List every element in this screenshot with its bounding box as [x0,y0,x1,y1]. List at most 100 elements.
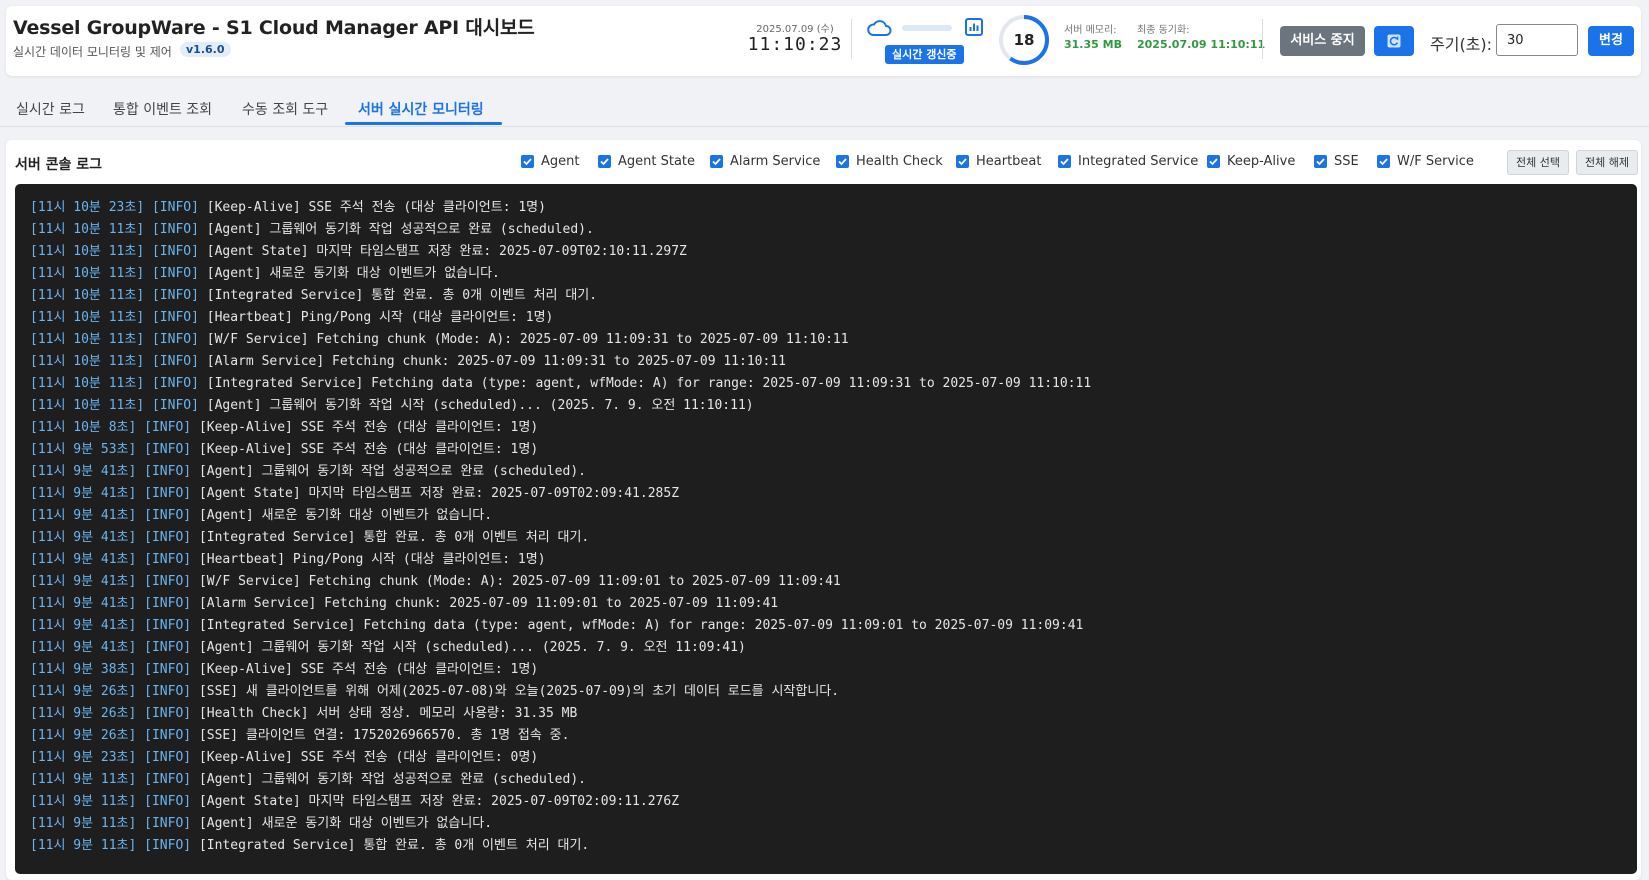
log-timestamp: [11시 9분 41초] [30,552,137,567]
log-level: [INFO] [151,376,199,391]
checkbox-checked-icon[interactable] [1314,155,1327,168]
checkbox-checked-icon[interactable] [1207,155,1220,168]
log-level: [INFO] [151,266,199,281]
panel-title: 서버 콘솔 로그 [15,157,103,173]
log-message: [Agent] 새로운 동기화 대상 이벤트가 없습니다. [198,508,493,523]
tab-integrated-events[interactable]: 통합 이벤트 조회 [113,99,212,119]
log-message: [Keep-Alive] SSE 주석 전송 (대상 클라이언트: 1명) [198,420,539,435]
log-timestamp: [11시 10분 11초] [30,398,145,413]
log-line: [11시 10분 11초] [INFO] [Agent] 그룹웨어 동기화 작업… [30,219,1091,241]
log-line: [11시 9분 11초] [INFO] [Agent] 새로운 동기화 대상 이… [30,813,1091,835]
filter-keep-alive[interactable]: Keep-Alive [1207,154,1295,169]
log-level: [INFO] [144,838,192,853]
interval-input[interactable] [1496,24,1578,56]
log-line: [11시 10분 11초] [INFO] [W/F Service] Fetch… [30,329,1091,351]
current-date: 2025.07.09 (수) [756,24,834,35]
filter-label: W/F Service [1397,154,1474,169]
log-timestamp: [11시 9분 41초] [30,574,137,589]
filter-alarm-service[interactable]: Alarm Service [710,154,820,169]
log-message: [Agent] 그룹웨어 동기화 작업 성공적으로 완료 (scheduled)… [206,222,594,237]
refresh-button[interactable] [1374,26,1414,56]
log-message: [Agent State] 마지막 타임스탬프 저장 완료: 2025-07-0… [198,794,680,809]
deselect-all-button[interactable]: 전체 해제 [1576,150,1638,175]
log-message: [Health Check] 서버 상태 정상. 메모리 사용량: 31.35 … [198,706,578,721]
log-timestamp: [11시 9분 11초] [30,794,137,809]
log-message: [Integrated Service] Fetching data (type… [198,618,1084,633]
chart-icon[interactable] [964,17,984,41]
log-message: [Integrated Service] Fetching data (type… [206,376,1092,391]
filter-wf-service[interactable]: W/F Service [1377,154,1474,169]
checkbox-checked-icon[interactable] [836,155,849,168]
filter-label: Alarm Service [730,154,821,169]
checkbox-checked-icon[interactable] [1058,155,1071,168]
log-line: [11시 10분 11초] [INFO] [Alarm Service] Fet… [30,351,1091,373]
log-message: [Agent] 그룹웨어 동기화 작업 성공적으로 완료 (scheduled)… [198,772,586,787]
log-timestamp: [11시 9분 26초] [30,728,137,743]
tabs-divider [0,126,1649,127]
console-log-output[interactable]: [11시 10분 23초] [INFO] [Keep-Alive] SSE 주석… [15,184,1637,874]
checkbox-checked-icon[interactable] [956,155,969,168]
checkbox-checked-icon[interactable] [710,155,723,168]
log-line: [11시 9분 41초] [INFO] [Alarm Service] Fetc… [30,593,1091,615]
log-level: [INFO] [144,684,192,699]
log-line: [11시 9분 41초] [INFO] [Agent] 새로운 동기화 대상 이… [30,505,1091,527]
log-timestamp: [11시 9분 11초] [30,816,137,831]
log-message: [Agent] 그룹웨어 동기화 작업 성공적으로 완료 (scheduled)… [198,464,586,479]
countdown-value: 18 [1013,31,1035,49]
filter-label: Agent State [618,154,696,169]
log-level: [INFO] [144,552,192,567]
tab-manual-query[interactable]: 수동 조회 도구 [242,99,328,119]
tab-realtime-log[interactable]: 실시간 로그 [16,99,85,119]
log-timestamp: [11시 10분 8초] [30,420,137,435]
change-interval-button[interactable]: 변경 [1588,26,1634,56]
log-level: [INFO] [144,486,192,501]
log-level: [INFO] [151,332,199,347]
log-line: [11시 10분 11초] [INFO] [Agent State] 마지막 타… [30,241,1091,263]
memory-label: 서버 메모리: [1064,25,1117,36]
log-message: [SSE] 새 클라이언트를 위해 어제(2025-07-08)와 오늘(202… [198,684,840,699]
memory-value: 31.35 MB [1064,38,1122,51]
checkbox-checked-icon[interactable] [1377,155,1390,168]
filter-label: Health Check [856,154,943,169]
log-line: [11시 9분 53초] [INFO] [Keep-Alive] SSE 주석 … [30,439,1091,461]
log-line: [11시 9분 11초] [INFO] [Integrated Service]… [30,835,1091,857]
log-line: [11시 9분 23초] [INFO] [Keep-Alive] SSE 주석 … [30,747,1091,769]
log-timestamp: [11시 9분 26초] [30,684,137,699]
log-timestamp: [11시 10분 11초] [30,266,145,281]
log-message: [Keep-Alive] SSE 주석 전송 (대상 클라이언트: 1명) [206,200,546,215]
filter-label: Heartbeat [976,154,1042,169]
select-all-button[interactable]: 전체 선택 [1507,150,1569,175]
log-timestamp: [11시 9분 53초] [30,442,137,457]
filter-health-check[interactable]: Health Check [836,154,943,169]
log-line: [11시 9분 41초] [INFO] [Integrated Service]… [30,615,1091,637]
log-timestamp: [11시 10분 11초] [30,376,145,391]
log-timestamp: [11시 9분 11초] [30,838,137,853]
log-message: [Keep-Alive] SSE 주석 전송 (대상 클라이언트: 0명) [198,750,539,765]
filter-integrated-service[interactable]: Integrated Service [1058,154,1198,169]
checkbox-checked-icon[interactable] [598,155,611,168]
stop-service-button[interactable]: 서비스 중지 [1280,26,1365,56]
filter-sse[interactable]: SSE [1314,154,1359,169]
filter-heartbeat[interactable]: Heartbeat [956,154,1042,169]
log-line: [11시 10분 11초] [INFO] [Agent] 새로운 동기화 대상 … [30,263,1091,285]
log-message: [Agent] 새로운 동기화 대상 이벤트가 없습니다. [198,816,493,831]
tab-server-monitoring[interactable]: 서버 실시간 모니터링 [358,99,484,119]
log-timestamp: [11시 9분 41초] [30,640,137,655]
header-divider [851,19,852,59]
log-level: [INFO] [144,772,192,787]
header-divider [1262,19,1263,59]
filter-agent[interactable]: Agent [521,154,579,169]
log-message: [Heartbeat] Ping/Pong 시작 (대상 클라이언트: 1명) [206,310,554,325]
app-title: Vessel GroupWare - S1 Cloud Manager API … [13,17,535,39]
interval-label: 주기(초): [1430,35,1493,54]
log-timestamp: [11시 9분 11초] [30,772,137,787]
log-line: [11시 9분 26초] [INFO] [Health Check] 서버 상태… [30,703,1091,725]
checkbox-checked-icon[interactable] [521,155,534,168]
filter-agent-state[interactable]: Agent State [598,154,695,169]
log-level: [INFO] [144,508,192,523]
log-message: [Alarm Service] Fetching chunk: 2025-07-… [198,596,779,611]
log-timestamp: [11시 9분 41초] [30,618,137,633]
log-message: [Agent] 그룹웨어 동기화 작업 시작 (scheduled)... (2… [198,640,746,655]
log-line: [11시 9분 11초] [INFO] [Agent State] 마지막 타임… [30,791,1091,813]
log-line: [11시 10분 11초] [INFO] [Integrated Service… [30,373,1091,395]
